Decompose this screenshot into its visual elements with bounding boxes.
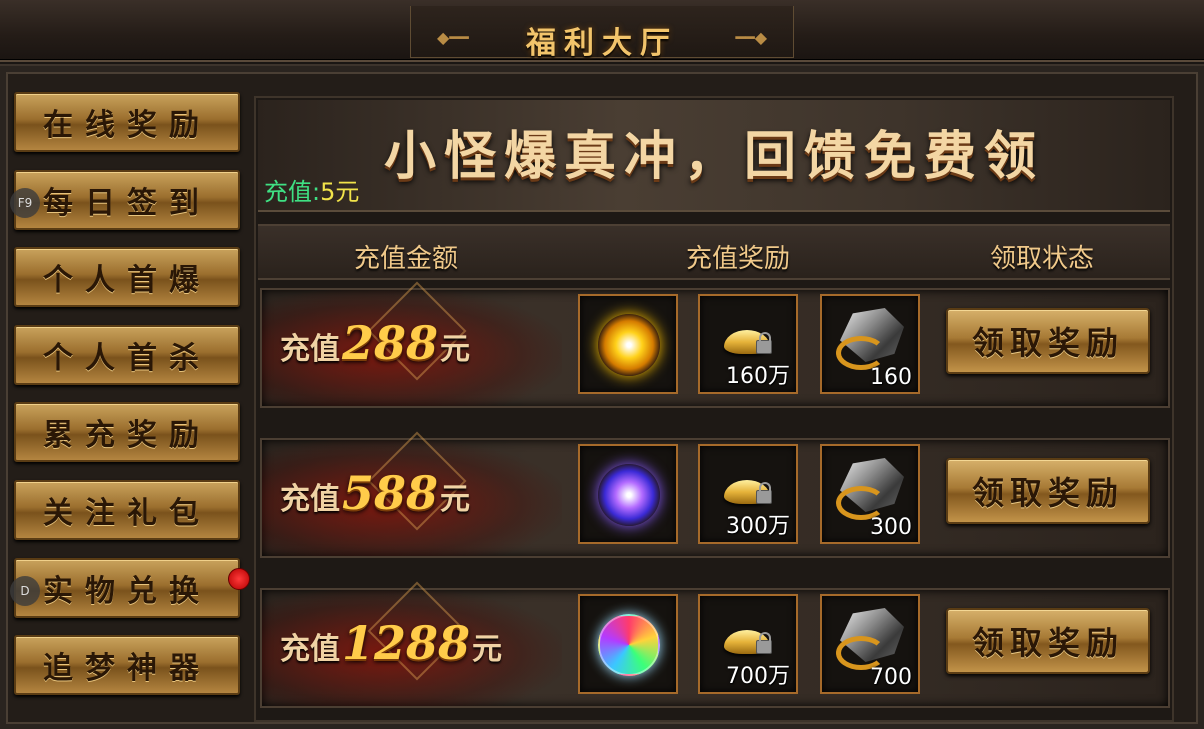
table-header: 充值金额 充值奖励 领取状态: [258, 224, 1170, 280]
sidebar-item-label: 追梦神器: [43, 651, 211, 687]
recharge-label: 充值:: [264, 178, 321, 206]
claim-button-label: 领取奖励: [971, 324, 1124, 362]
claim-button-label: 领取奖励: [971, 624, 1124, 662]
reward-count: 300万: [726, 514, 790, 539]
reward-slot-orb[interactable]: [578, 294, 678, 394]
notification-dot: [228, 567, 250, 590]
reward-count: 300: [870, 515, 912, 540]
reward-slot-stone[interactable]: 300: [820, 444, 920, 544]
amount-value: 288: [342, 316, 439, 370]
sidebar-item-follow-gift[interactable]: 关注礼包: [14, 479, 240, 540]
title-plate: ◆━━ 福利大厅 ━━◆: [410, 6, 794, 61]
column-header-amount: 充值金额: [354, 244, 459, 274]
claim-reward-button[interactable]: 领取奖励: [946, 608, 1150, 674]
claim-button-label: 领取奖励: [971, 474, 1124, 512]
recharge-amount: 充值 288 元: [280, 316, 470, 370]
reward-slot-orb[interactable]: [578, 444, 678, 544]
title-bar: ◆━━ 福利大厅 ━━◆: [0, 0, 1204, 62]
purple-orb-icon: [598, 464, 660, 526]
ornament-icon: ━━◆: [735, 28, 767, 47]
reward-slot-stone[interactable]: 160: [820, 294, 920, 394]
sidebar-item-label: 累充奖励: [43, 418, 211, 454]
promo-banner: 小怪爆真冲，回馈免费领 充值:5元: [258, 100, 1170, 212]
sidebar-item-label: 在线奖励: [43, 108, 211, 143]
lock-icon: [756, 632, 772, 654]
amount-prefix: 充值: [280, 632, 340, 667]
amount-prefix: 充值: [280, 482, 340, 517]
lock-icon: [756, 482, 772, 504]
sidebar-item-daily-signin[interactable]: F9 每日签到: [10, 169, 240, 230]
reward-slot-stone[interactable]: 700: [820, 594, 920, 694]
table-row: 充值 288 元 160万 160 领取奖励: [260, 281, 1170, 408]
claim-reward-button[interactable]: 领取奖励: [946, 458, 1150, 524]
amount-suffix: 元: [440, 482, 471, 517]
table-row: 充值 588 元 300万 300 领取奖励: [260, 431, 1170, 558]
claim-reward-button[interactable]: 领取奖励: [946, 308, 1150, 374]
reward-slot-gold[interactable]: 300万: [698, 444, 798, 544]
hotkey-badge: F9: [10, 187, 40, 218]
amount-value: 588: [342, 466, 439, 520]
sidebar: 在线奖励 F9 每日签到 个人首爆 个人首杀 累充奖励 关注礼包 D 实物兑换 …: [10, 92, 250, 713]
current-recharge: 充值:5元: [264, 172, 359, 207]
reward-count: 160万: [726, 364, 790, 389]
sidebar-item-cumulative-recharge[interactable]: 累充奖励: [14, 402, 240, 463]
amount-suffix: 元: [440, 332, 471, 367]
sidebar-item-label: 个人首爆: [43, 263, 211, 299]
column-header-status: 领取状态: [990, 244, 1095, 274]
amount-prefix: 充值: [280, 332, 340, 367]
sidebar-item-label: 每日签到: [43, 185, 211, 221]
recharge-amount: 充值 588 元: [280, 466, 470, 520]
reward-slot-gold[interactable]: 700万: [698, 594, 798, 694]
sidebar-item-label: 关注礼包: [43, 495, 211, 531]
recharge-value: 5元: [320, 178, 360, 206]
recharge-amount: 充值 1288 元: [280, 616, 502, 670]
hotkey-badge: D: [10, 575, 40, 606]
lock-icon: [756, 332, 772, 354]
banner-slogan: 小怪爆真冲，回馈免费领: [383, 126, 1044, 187]
sidebar-item-first-kill[interactable]: 个人首杀: [14, 324, 240, 385]
reward-slot-gold[interactable]: 160万: [698, 294, 798, 394]
sidebar-item-label: 实物兑换: [43, 573, 211, 609]
table-row: 充值 1288 元 700万 700 领取奖励: [260, 581, 1170, 708]
reward-count: 700万: [726, 664, 790, 689]
reward-count: 160: [870, 365, 912, 390]
reward-count: 700: [870, 665, 912, 690]
sidebar-item-item-exchange[interactable]: D 实物兑换: [10, 557, 250, 618]
sidebar-item-dream-artifact[interactable]: 追梦神器: [14, 635, 240, 696]
amount-value: 1288: [342, 616, 471, 670]
sidebar-item-first-drop[interactable]: 个人首爆: [14, 247, 240, 308]
sidebar-item-online-reward[interactable]: 在线奖励: [14, 92, 240, 152]
sidebar-item-label: 个人首杀: [43, 340, 211, 376]
column-header-reward: 充值奖励: [686, 244, 791, 274]
amount-suffix: 元: [472, 632, 503, 667]
rainbow-orb-icon: [598, 614, 660, 676]
reward-slot-orb[interactable]: [578, 594, 678, 694]
yellow-orb-icon: [598, 314, 660, 376]
